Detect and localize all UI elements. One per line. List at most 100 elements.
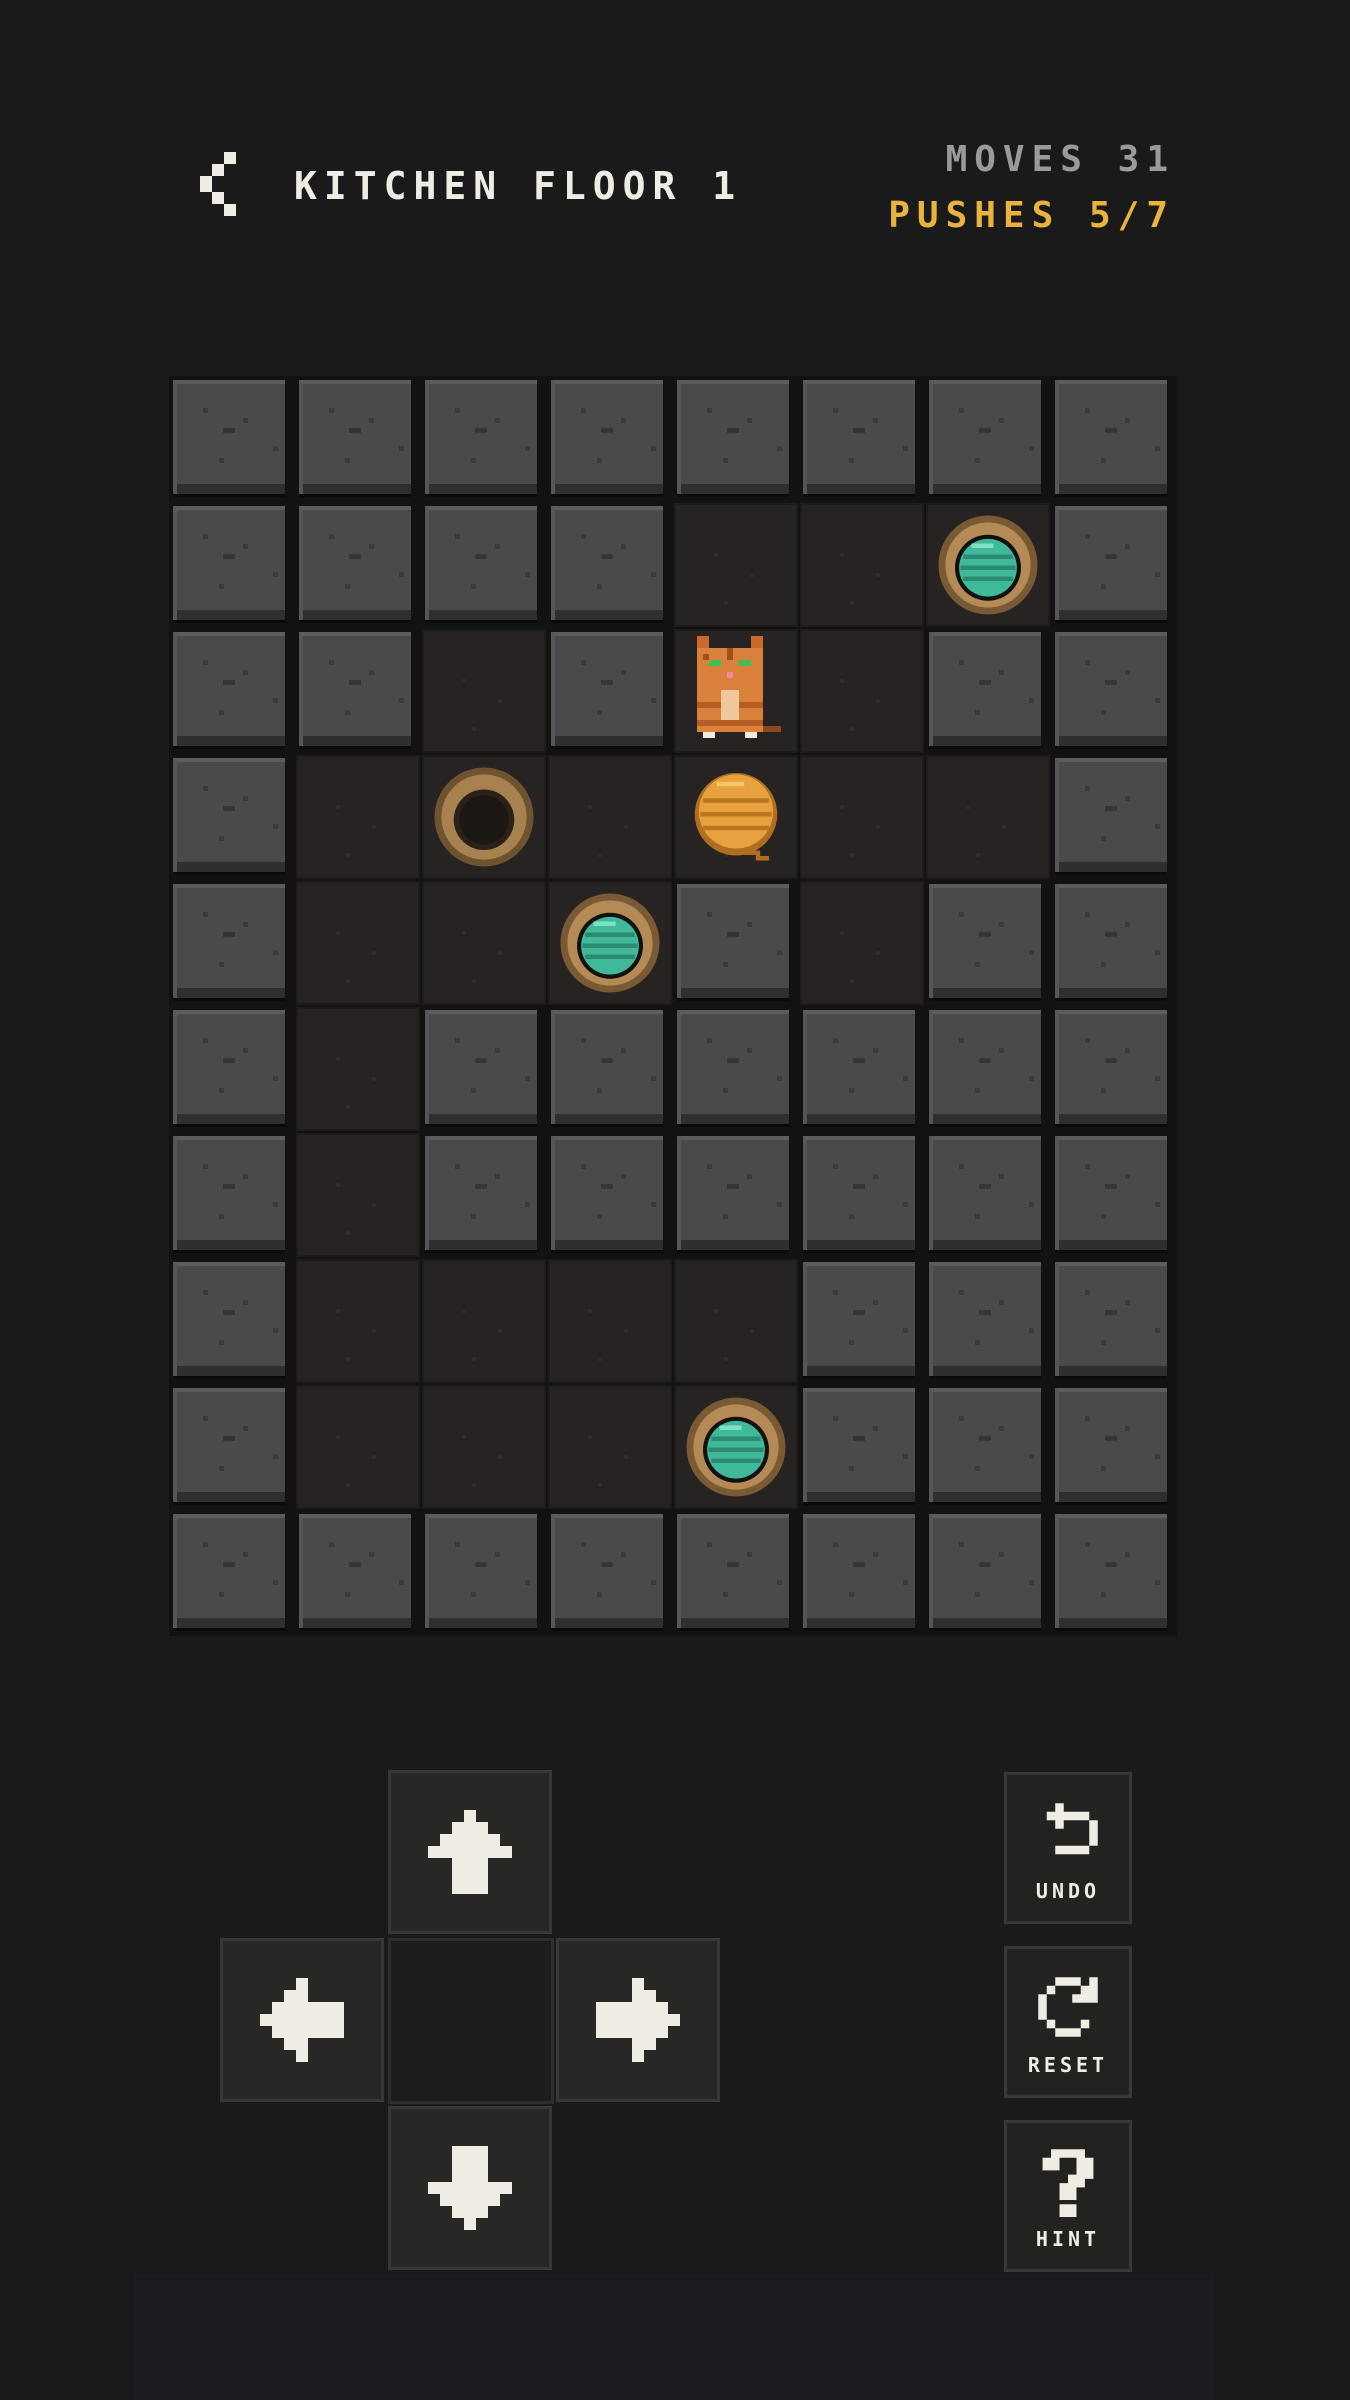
wall-tile: [421, 1510, 547, 1636]
floor-block: [800, 755, 924, 879]
wall-tile: [169, 1510, 295, 1636]
wall-tile: [925, 1384, 1051, 1510]
wall-tile: [169, 376, 295, 502]
wall-block: [929, 1514, 1041, 1628]
hint-label: HINT: [1035, 2227, 1101, 2251]
yarn-in-basket-icon: [681, 1392, 791, 1502]
wall-block: [803, 1010, 915, 1124]
reset-button[interactable]: RESET: [1004, 1946, 1132, 2098]
wall-block: [803, 1262, 915, 1376]
floor-block: [296, 755, 420, 879]
wall-block: [299, 380, 411, 494]
floor-tile: [295, 1384, 421, 1510]
arrow-down-icon: [428, 2146, 512, 2230]
move-left-button[interactable]: [220, 1938, 384, 2102]
wall-tile: [1051, 754, 1177, 880]
wall-tile: [421, 376, 547, 502]
wall-block: [551, 632, 663, 746]
floor-tile: [421, 1258, 547, 1384]
floor-block: [296, 1007, 420, 1131]
floor-tile: [295, 754, 421, 880]
moves-label: MOVES: [945, 139, 1089, 180]
floor-block: [548, 1259, 672, 1383]
wall-tile: [169, 1384, 295, 1510]
floor-tile: [547, 1384, 673, 1510]
floor-tile: [421, 1384, 547, 1510]
floor-tile: [925, 502, 1051, 628]
wall-tile: [1051, 628, 1177, 754]
wall-tile: [169, 628, 295, 754]
wall-block: [1055, 380, 1167, 494]
wall-block: [677, 1010, 789, 1124]
moves-counter: MOVES 31: [888, 138, 1175, 182]
reset-label: RESET: [1027, 2053, 1109, 2077]
floor-tile: [421, 754, 547, 880]
wall-tile: [673, 880, 799, 1006]
move-down-button[interactable]: [388, 2106, 552, 2270]
wall-tile: [295, 376, 421, 502]
wall-tile: [1051, 502, 1177, 628]
wall-tile: [295, 628, 421, 754]
floor-block: [296, 881, 420, 1005]
wall-block: [173, 1262, 285, 1376]
wall-tile: [169, 1132, 295, 1258]
arrow-right-icon: [596, 1978, 680, 2062]
question-mark-icon: [1042, 2149, 1094, 2217]
wall-block: [425, 506, 537, 620]
wall-tile: [925, 1258, 1051, 1384]
undo-label: UNDO: [1035, 1879, 1101, 1903]
wall-block: [551, 1514, 663, 1628]
footer-strip: [134, 2274, 1214, 2400]
wall-tile: [169, 754, 295, 880]
floor-block: [674, 503, 798, 627]
hint-button[interactable]: HINT: [1004, 2120, 1132, 2272]
wall-block: [1055, 1136, 1167, 1250]
floor-tile: [673, 1384, 799, 1510]
wall-tile: [799, 1006, 925, 1132]
wall-block: [1055, 1010, 1167, 1124]
wall-block: [425, 1010, 537, 1124]
wall-tile: [1051, 376, 1177, 502]
wall-block: [1055, 884, 1167, 998]
floor-tile: [925, 754, 1051, 880]
wall-tile: [1051, 1006, 1177, 1132]
empty-basket-icon: [429, 762, 539, 872]
wall-tile: [799, 1384, 925, 1510]
wall-tile: [421, 1006, 547, 1132]
floor-block: [548, 755, 672, 879]
move-up-button[interactable]: [388, 1770, 552, 1934]
wall-tile: [925, 628, 1051, 754]
wall-tile: [169, 880, 295, 1006]
wall-block: [929, 884, 1041, 998]
yarn-in-basket-icon: [555, 888, 665, 998]
wall-block: [1055, 1514, 1167, 1628]
reset-icon: [1038, 1977, 1098, 2037]
move-right-button[interactable]: [556, 1938, 720, 2102]
floor-tile: [547, 880, 673, 1006]
wall-tile: [673, 1132, 799, 1258]
wall-block: [425, 1136, 537, 1250]
back-button[interactable]: [188, 148, 248, 220]
wall-block: [677, 1514, 789, 1628]
floor-tile: [295, 1006, 421, 1132]
wall-tile: [295, 1510, 421, 1636]
wall-tile: [799, 1132, 925, 1258]
floor-tile: [799, 502, 925, 628]
wall-tile: [547, 1006, 673, 1132]
wall-tile: [295, 502, 421, 628]
wall-block: [173, 632, 285, 746]
floor-tile: [421, 628, 547, 754]
wall-tile: [169, 1258, 295, 1384]
wall-tile: [799, 1510, 925, 1636]
wall-block: [677, 884, 789, 998]
wall-block: [929, 632, 1041, 746]
wall-block: [425, 1514, 537, 1628]
wall-block: [173, 758, 285, 872]
floor-tile: [547, 1258, 673, 1384]
floor-tile: [673, 502, 799, 628]
wall-block: [173, 1388, 285, 1502]
wall-tile: [1051, 880, 1177, 1006]
wall-block: [173, 380, 285, 494]
undo-button[interactable]: UNDO: [1004, 1772, 1132, 1924]
floor-block: [674, 1259, 798, 1383]
